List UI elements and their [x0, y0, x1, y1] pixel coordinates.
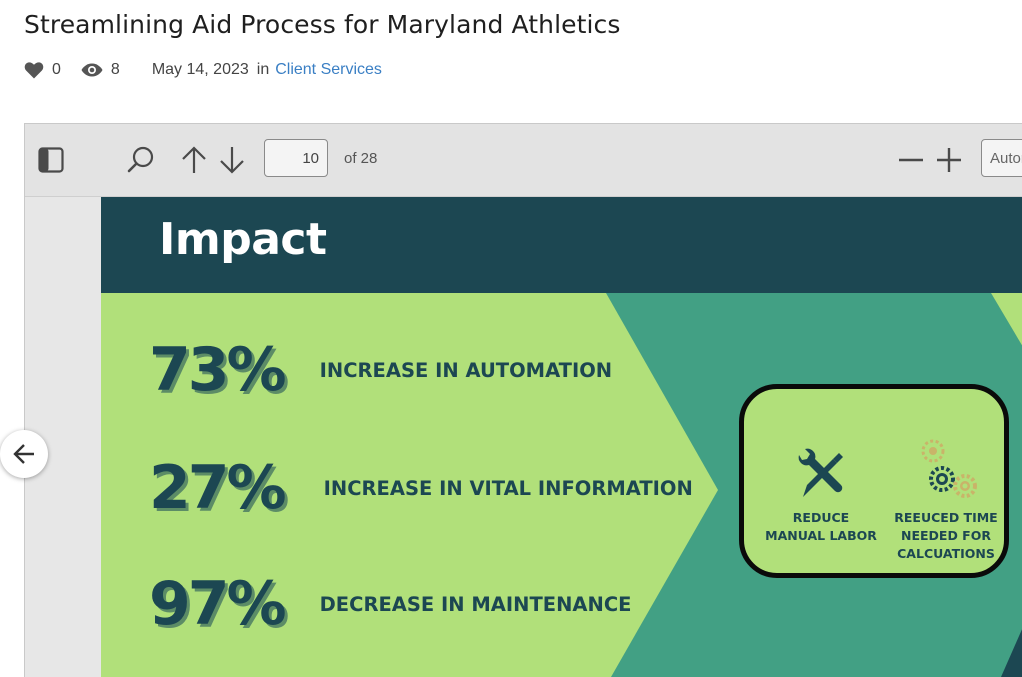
arrow-left-icon — [12, 443, 36, 465]
heart-icon[interactable] — [24, 61, 44, 79]
views-count: 8 — [110, 61, 120, 78]
page-count: of 28 — [344, 150, 378, 167]
likes-count: 0 — [52, 61, 61, 78]
benefit-line: MANUAL LABOR — [765, 528, 877, 543]
slide-header: Impact — [101, 197, 1022, 293]
search-icon[interactable] — [125, 144, 157, 176]
previous-post-button[interactable] — [0, 430, 48, 478]
stat-row: 73% INCREASE IN AUTOMATION — [149, 335, 612, 405]
tools-icon — [758, 447, 884, 509]
gears-icon — [882, 433, 1010, 509]
category-link[interactable]: Client Services — [275, 61, 382, 79]
plus-icon[interactable] — [935, 146, 963, 174]
benefits-box: REDUCE MANUAL LABOR REEUCED TIME NEEDED … — [739, 384, 1009, 578]
benefit-line: REDUCE — [792, 510, 850, 525]
pdf-toolbar: of 28 Automatic Zoom — [25, 124, 1022, 197]
pdf-viewer: of 28 Automatic Zoom Impact 73% INCREASE… — [24, 123, 1022, 677]
arrow-up-icon[interactable] — [179, 144, 209, 176]
category-prefix: in — [256, 61, 270, 78]
stat-label: DECREASE IN MAINTENANCE — [319, 592, 632, 616]
stat-value: 27% — [149, 453, 287, 523]
post-title: Streamlining Aid Process for Maryland At… — [24, 10, 621, 39]
stat-value: 97% — [149, 569, 287, 639]
benefit-manual-labor: REDUCE MANUAL LABOR — [758, 447, 884, 545]
sidebar-toggle-icon[interactable] — [37, 146, 65, 174]
zoom-select[interactable]: Automatic Zoom — [981, 139, 1022, 177]
minus-icon[interactable] — [897, 146, 925, 174]
stat-value: 73% — [149, 335, 287, 405]
slide-heading: Impact — [159, 214, 327, 265]
benefit-line: REEUCED TIME — [894, 510, 998, 525]
stat-label: INCREASE IN AUTOMATION — [319, 358, 613, 382]
eye-icon — [81, 63, 103, 77]
page-number-input[interactable] — [264, 139, 328, 177]
stat-row: 27% INCREASE IN VITAL INFORMATION — [149, 453, 693, 523]
pdf-page: Impact 73% INCREASE IN AUTOMATION 27% IN… — [101, 197, 1022, 677]
post-meta: 0 8 May 14, 2023 in Client Services — [24, 58, 382, 82]
benefit-line: CALCUATIONS — [897, 546, 995, 561]
stat-label: INCREASE IN VITAL INFORMATION — [323, 476, 693, 500]
stat-row: 97% DECREASE IN MAINTENANCE — [149, 569, 631, 639]
post-date: May 14, 2023 — [151, 61, 249, 78]
arrow-down-icon[interactable] — [217, 144, 247, 176]
benefit-line: NEEDED FOR — [901, 528, 991, 543]
benefit-calc-time: REEUCED TIME NEEDED FOR CALCUATIONS — [882, 433, 1010, 563]
